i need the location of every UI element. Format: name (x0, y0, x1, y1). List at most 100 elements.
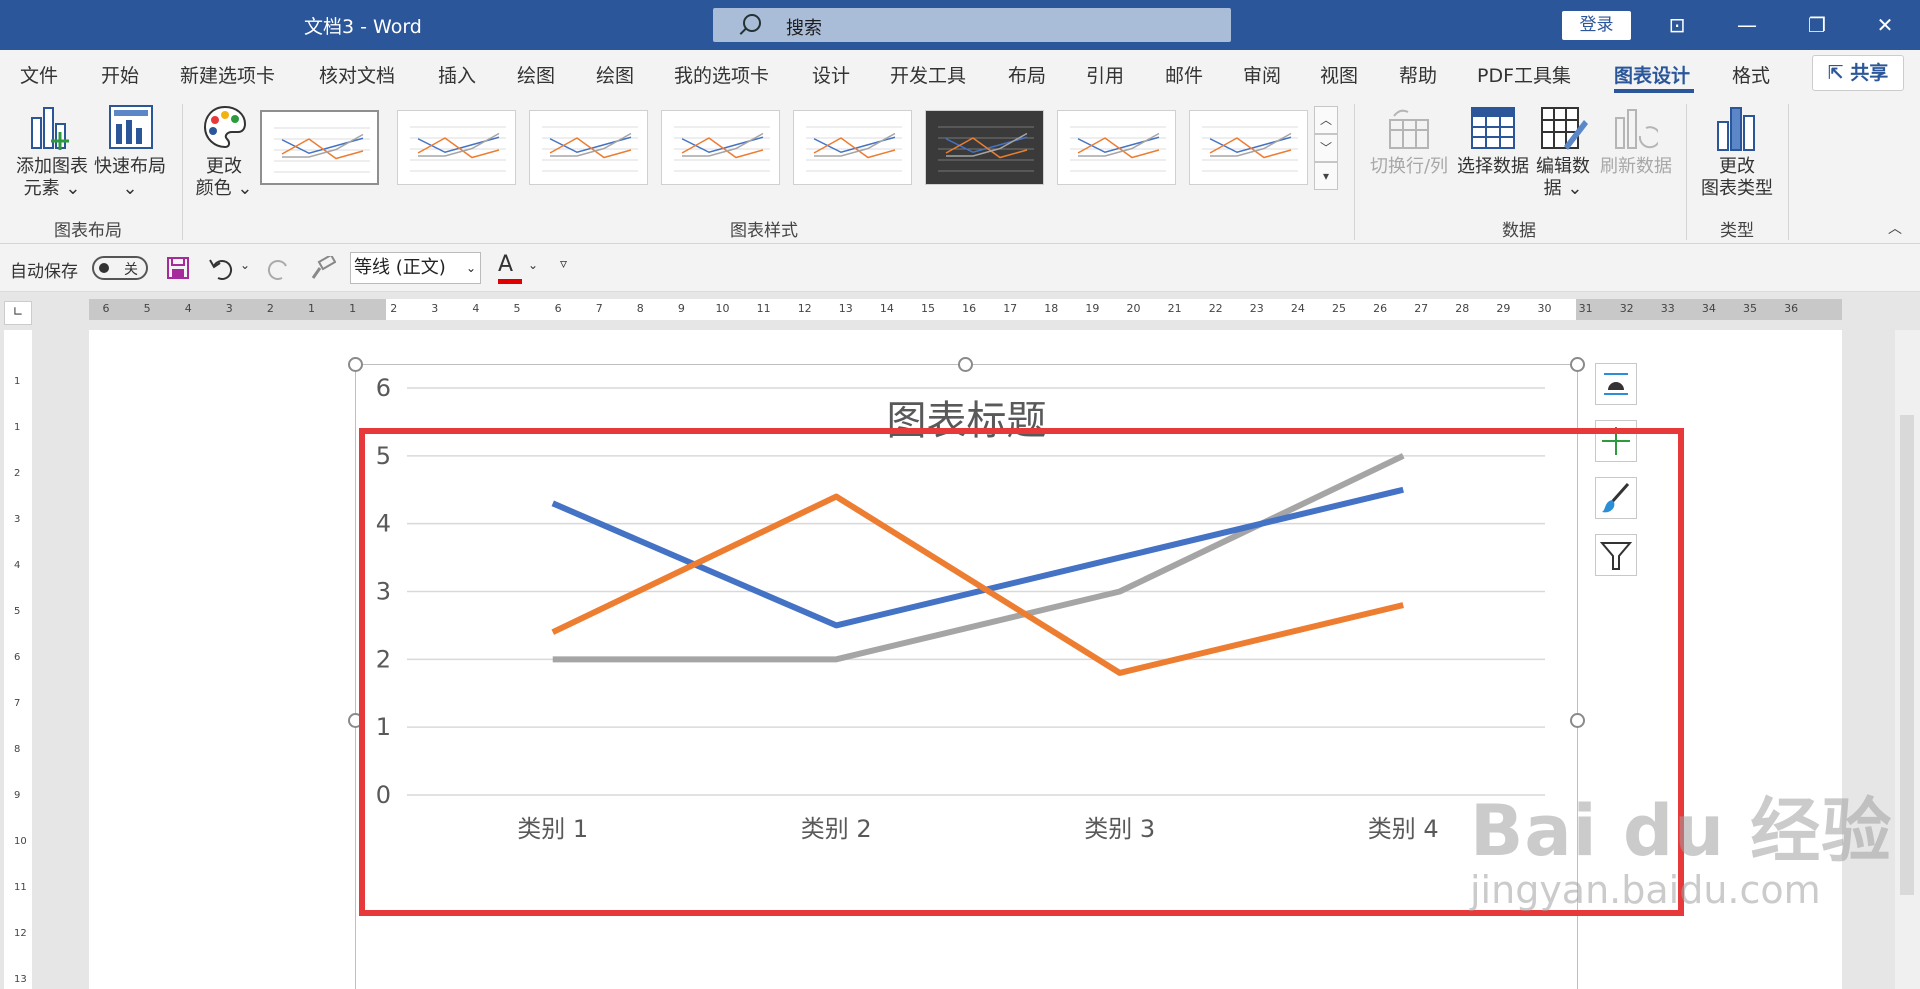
layout-options-button[interactable] (1595, 363, 1637, 405)
ruler-number: 2 (14, 468, 21, 479)
ruler-number: 7 (14, 698, 21, 709)
quick-layout-button[interactable]: 快速布局 ⌄ (92, 156, 168, 200)
tab-file[interactable]: 文件 (20, 61, 58, 88)
format-painter-icon[interactable] (310, 256, 336, 280)
tab-design[interactable]: 设计 (812, 61, 850, 88)
tab-draw-1[interactable]: 绘图 (517, 61, 555, 88)
collapse-ribbon-icon[interactable]: ︿ (1888, 218, 1902, 238)
autosave-toggle[interactable]: 关 (92, 256, 148, 280)
ruler-number: 11 (756, 302, 771, 315)
tab-layout[interactable]: 布局 (1008, 61, 1046, 88)
ruler-number: 35 (1743, 302, 1757, 315)
ruler-number: 5 (14, 606, 21, 617)
tab-home[interactable]: 开始 (101, 61, 139, 88)
chart-style-option[interactable] (661, 110, 780, 185)
gallery-down-icon[interactable]: ﹀ (1314, 134, 1338, 162)
refresh-data-button[interactable]: 刷新数据 (1598, 156, 1674, 178)
close-icon[interactable]: ✕ (1850, 0, 1920, 50)
ruler-left-margin (89, 299, 386, 320)
tab-developer[interactable]: 开发工具 (890, 61, 966, 88)
customize-qat-icon[interactable]: ▿ (560, 256, 567, 272)
edit-data-button[interactable]: 编辑数 据 ⌄ (1530, 156, 1596, 200)
tab-my-tab[interactable]: 我的选项卡 (674, 61, 769, 88)
quick-access-toolbar: 自动保存 关 ⌄ 等线 (正文) ⌄ A ⌄ ▿ (0, 244, 1920, 292)
change-colors-label-1: 更改 (206, 156, 242, 177)
watermark-brand: Bai du 经验 (1470, 790, 1893, 872)
horizontal-ruler[interactable]: 6 5 4 3 2 1 1 2 3 4 5 6 7 8 9 10 11 12 13 14 15 16 17 18 19 20 21 2… (89, 299, 1842, 320)
chart-style-option[interactable] (925, 110, 1044, 185)
gallery-up-icon[interactable]: ︿ (1314, 106, 1338, 134)
ruler-number: 12 (14, 928, 27, 939)
chart-style-preview (1202, 126, 1298, 172)
ribbon-display-icon[interactable]: ⊡ (1642, 0, 1712, 50)
font-name-select[interactable]: 等线 (正文) ⌄ (350, 252, 481, 284)
tab-help[interactable]: 帮助 (1399, 61, 1437, 88)
minimize-icon[interactable]: — (1712, 0, 1782, 50)
switch-row-column-button[interactable]: 切换行/列 (1366, 156, 1452, 178)
vertical-scrollbar[interactable] (1895, 330, 1920, 989)
add-chart-element-button[interactable]: 添加图表 元素 ⌄ (12, 156, 92, 200)
tab-review[interactable]: 审阅 (1243, 61, 1281, 88)
tab-insert[interactable]: 插入 (438, 61, 476, 88)
chart-style-preview (410, 126, 506, 172)
ruler-number: 13 (838, 302, 853, 315)
tab-draw-2[interactable]: 绘图 (596, 61, 634, 88)
select-data-button[interactable]: 选择数据 (1454, 156, 1532, 178)
gallery-expand-icon[interactable]: ▾ (1314, 162, 1338, 190)
share-icon: ⇱ (1827, 62, 1851, 84)
window-title: 文档3 - Word (304, 16, 422, 38)
quick-layout-icon (109, 105, 153, 149)
tab-pdf-tools[interactable]: PDF工具集 (1477, 61, 1571, 88)
tab-format[interactable]: 格式 (1732, 61, 1770, 88)
ruler-number: 36 (1784, 302, 1799, 315)
tab-proofread[interactable]: 核对文档 (319, 61, 395, 88)
ruler-number: 29 (1496, 302, 1511, 315)
search-box[interactable]: 搜索 (713, 8, 1231, 42)
font-color-dropdown-icon[interactable]: ⌄ (528, 258, 538, 272)
ruler-number: 34 (1701, 302, 1716, 315)
tab-chart-design[interactable]: 图表设计 (1614, 61, 1690, 88)
chart-style-option[interactable] (1189, 110, 1308, 185)
tab-new-tab[interactable]: 新建选项卡 (180, 61, 275, 88)
ruler-number: 17 (1003, 302, 1018, 315)
ruler-number: 8 (636, 302, 644, 315)
chart-style-option[interactable] (793, 110, 912, 185)
ruler-number: 1 (14, 376, 21, 387)
ruler-number: 1 (349, 302, 357, 315)
font-color-button[interactable]: A (498, 252, 522, 284)
share-button[interactable]: ⇱ 共享 (1812, 55, 1904, 91)
tab-stop-selector[interactable]: ∟ (4, 301, 32, 325)
chart-style-option[interactable] (260, 110, 379, 185)
login-button[interactable]: 登录 (1562, 11, 1631, 40)
redo-icon[interactable] (266, 256, 292, 280)
undo-dropdown-icon[interactable]: ⌄ (240, 258, 250, 272)
change-chart-type-label-1: 更改 (1719, 156, 1755, 177)
tab-mailings[interactable]: 邮件 (1165, 61, 1203, 88)
ruler-number: 3 (431, 302, 439, 315)
ruler-number: 20 (1126, 302, 1141, 315)
change-chart-type-label-2: 图表类型 (1701, 178, 1773, 199)
chart-style-option[interactable] (529, 110, 648, 185)
baidu-watermark: Bai du 经验 jingyan.baidu.com (1470, 775, 1892, 912)
scrollbar-thumb[interactable] (1900, 415, 1914, 895)
chart-style-preview (1070, 126, 1166, 172)
ruler-number: 19 (1085, 302, 1100, 315)
edit-data-icon (1541, 107, 1588, 150)
tab-view[interactable]: 视图 (1320, 61, 1358, 88)
save-icon[interactable] (166, 256, 190, 280)
change-chart-type-button[interactable]: 更改 图表类型 (1696, 156, 1778, 200)
undo-icon[interactable] (208, 256, 234, 280)
change-colors-button[interactable]: 更改 颜色 ⌄ (194, 156, 254, 200)
chart-style-option[interactable] (1057, 110, 1176, 185)
edit-data-label-2: 据 ⌄ (1543, 178, 1583, 199)
ruler-number: 25 (1332, 302, 1346, 315)
tab-references[interactable]: 引用 (1086, 61, 1124, 88)
quick-layout-label: 快速布局 (94, 156, 166, 177)
ribbon-separator (1354, 104, 1355, 240)
chart-style-preview (542, 126, 638, 172)
vertical-ruler[interactable]: 1 1 2 3 4 5 6 7 8 9 10 11 12 13 (4, 330, 32, 989)
palette-icon (203, 105, 247, 149)
ruler-number: 32 (1619, 302, 1634, 315)
restore-icon[interactable]: ❐ (1782, 0, 1852, 50)
chart-style-option[interactable] (397, 110, 516, 185)
